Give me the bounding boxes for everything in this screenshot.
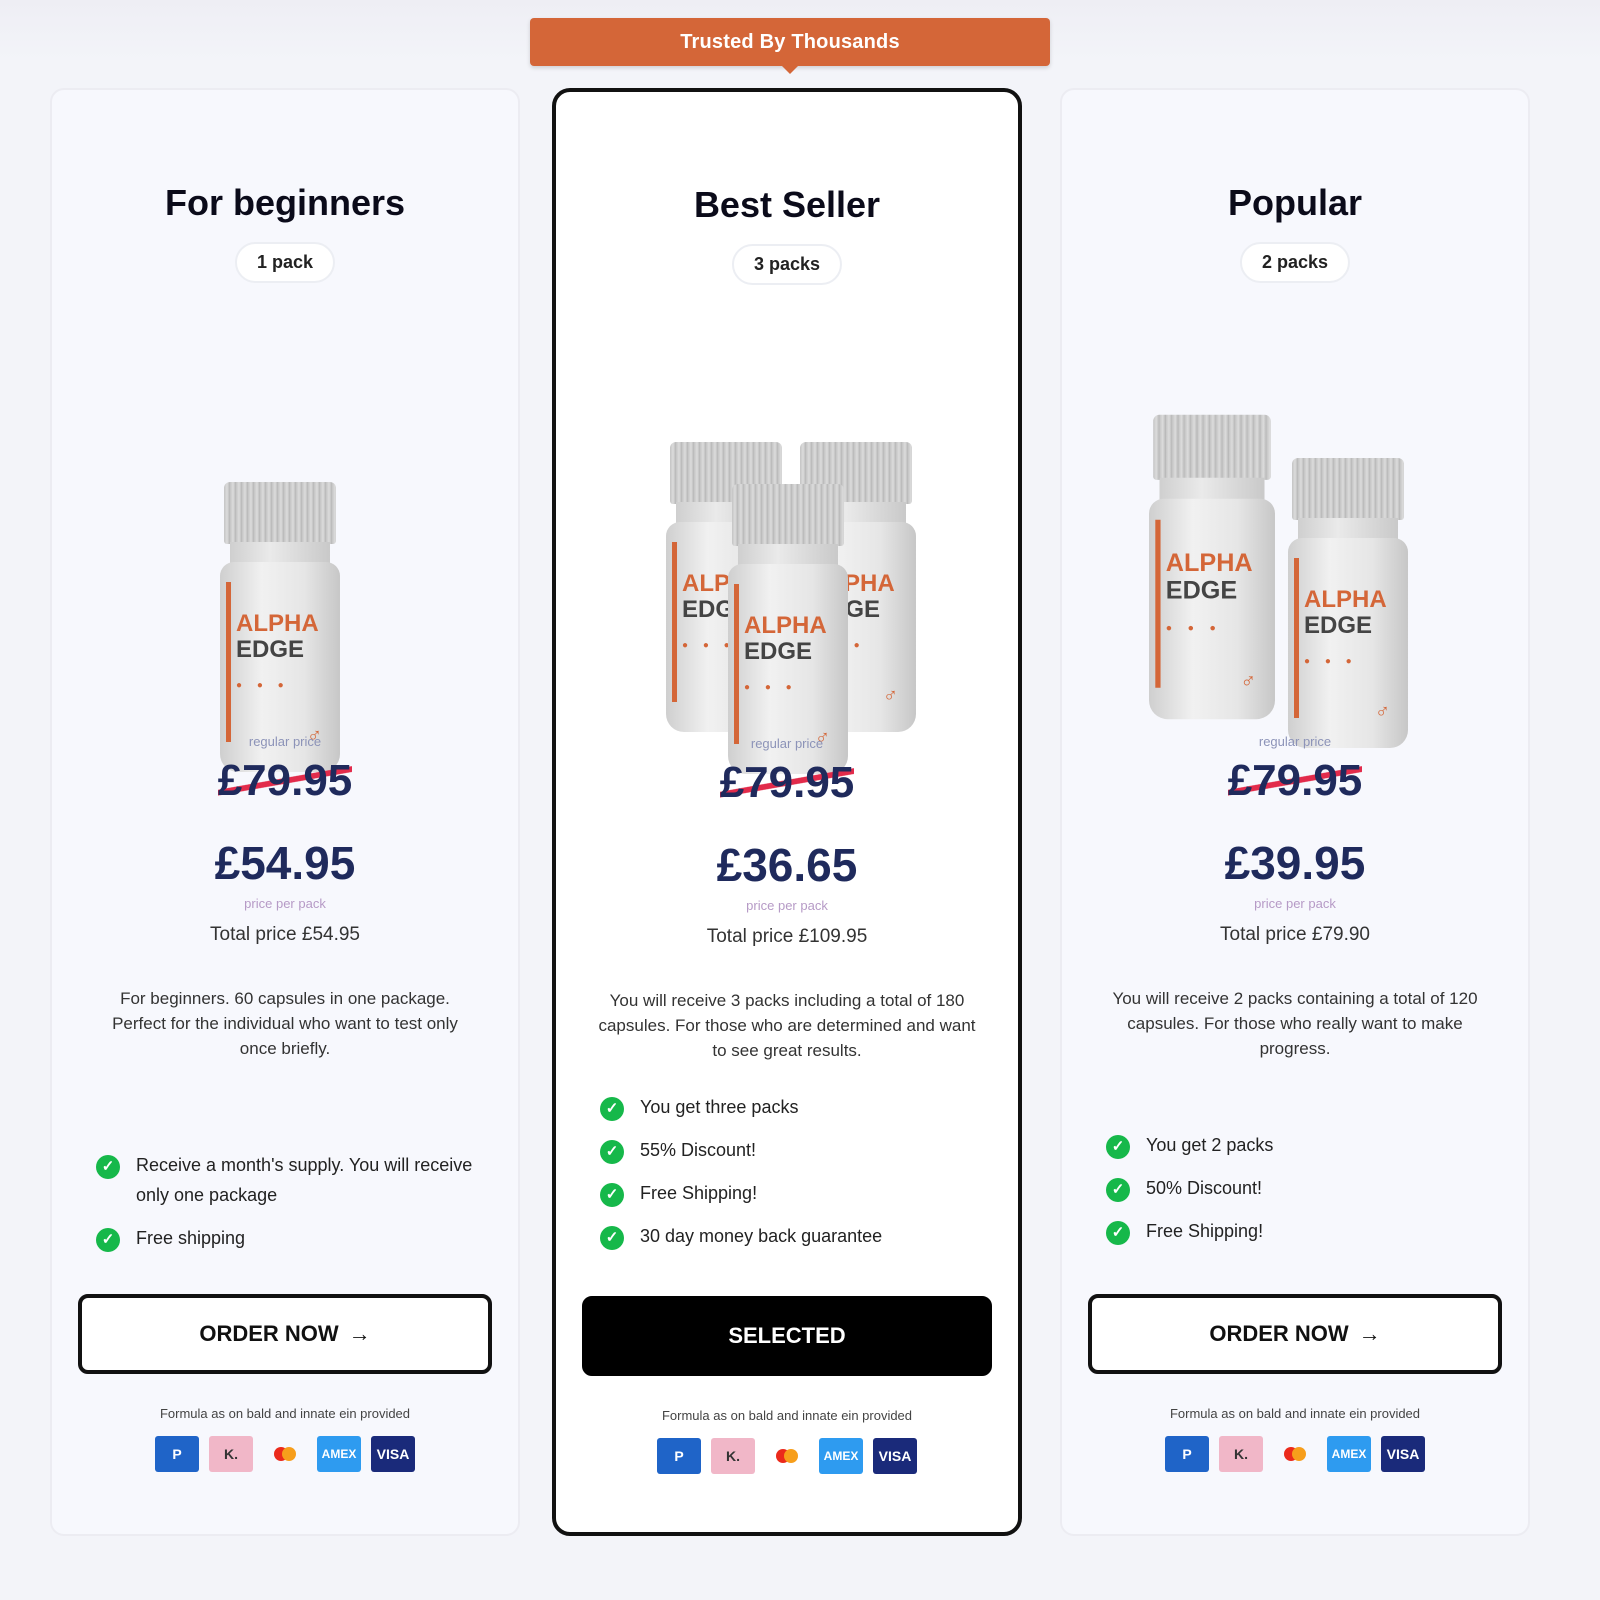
price-per-pack-label: price per pack [746,898,828,913]
feature-item: ✓ 30 day money back guarantee [600,1221,988,1251]
paypal-icon: P [657,1438,701,1474]
card-title: Best Seller [693,184,881,225]
check-circle-icon: ✓ [600,1226,624,1250]
feature-item: ✓ 50% Discount! [1106,1173,1498,1203]
visa-icon: VISA [1381,1436,1425,1472]
paypal-icon: P [155,1436,199,1472]
feature-item: ✓ Free Shipping! [1106,1216,1498,1246]
regular-price: £79.95 [719,758,855,807]
feature-item: ✓ Free shipping [96,1223,488,1253]
formula-note: Formula as on bald and innate ein provid… [159,1406,411,1421]
bottle-image: ALPHAEDGE ● ● ●♂ [220,482,340,772]
regular-price: £79.95 [1227,756,1363,805]
regular-price-label: regular price [248,734,322,749]
feature-item: ✓ Free Shipping! [600,1178,988,1208]
payment-methods: P K. AMEX VISA [556,1438,1018,1474]
pricing-card-best-seller[interactable]: Best Seller 3 packs ALPHAEDGE ● ● ●♂ ALP… [552,88,1022,1536]
feature-list: ✓ Receive a month's supply. You will rece… [96,1150,488,1266]
check-circle-icon: ✓ [600,1097,624,1121]
total-price: Total price £109.95 [706,926,868,947]
amex-icon: AMEX [819,1438,863,1474]
arrow-right-icon: → [348,1321,371,1346]
card-description: For beginners. 60 capsules in one packag… [112,989,458,1058]
regular-price-label: regular price [750,736,824,751]
best-seller-ribbon: Trusted By Thousands [530,18,1050,74]
product-image: ALPHA EDGE ● ● ● ♂ ALPHA EDGE ● ● ● ♂ [1062,330,1528,770]
check-circle-icon: ✓ [1106,1135,1130,1159]
klarna-icon: K. [209,1436,253,1472]
total-price: Total price £79.90 [1220,924,1370,945]
payment-methods: P K. AMEX VISA [1062,1436,1528,1472]
regular-price-label: regular price [1258,734,1332,749]
pack-count-badge: 3 packs [731,244,843,285]
bottle-image: ALPHAEDGE ● ● ●♂ [1288,458,1408,748]
feature-list: ✓ You get three packs ✓ 55% Discount! ✓ Fre… [600,1092,988,1264]
bottle-image: ALPHAEDGE ● ● ●♂ [1149,414,1275,720]
card-title: Popular [1227,182,1362,223]
card-description: You will receive 3 packs including a tot… [598,991,976,1060]
price-per-pack-label: price per pack [244,896,326,911]
selected-button[interactable]: SELECTED [582,1296,992,1376]
order-now-button[interactable]: ORDER NOW → [1088,1294,1502,1374]
formula-note: Formula as on bald and innate ein provid… [661,1408,913,1423]
amex-icon: AMEX [317,1436,361,1472]
order-now-button[interactable]: ORDER NOW → [78,1294,492,1374]
pack-price: £39.95 [1224,837,1366,889]
total-price: Total price £54.95 [210,924,360,945]
mastercard-icon [263,1436,307,1472]
ribbon-text: Trusted By Thousands [680,30,900,53]
pack-price: £54.95 [214,837,356,889]
check-circle-icon: ✓ [600,1183,624,1207]
check-circle-icon: ✓ [1106,1221,1130,1245]
price-per-pack-label: price per pack [1254,896,1336,911]
product-image: ALPHAEDGE ● ● ●♂ ALPHAEDGE ● ● ●♂ ALPHAE… [556,332,1018,774]
arrow-right-icon: → [1358,1321,1381,1346]
feature-list: ✓ You get 2 packs ✓ 50% Discount! ✓ Free Sh… [1106,1130,1498,1259]
feature-item: ✓ You get three packs [600,1092,988,1122]
card-title: For beginners [164,182,406,223]
klarna-icon: K. [711,1438,755,1474]
check-circle-icon: ✓ [1106,1178,1130,1202]
pack-count-badge: 1 pack [234,242,336,283]
feature-item: ✓ Receive a month's supply. You will rece… [96,1150,488,1210]
payment-methods: P K. AMEX VISA [52,1436,518,1472]
mastercard-icon [765,1438,809,1474]
check-circle-icon: ✓ [600,1140,624,1164]
pricing-card-popular[interactable]: Popular 2 packs ALPHA EDGE ● ● ● ♂ ALPHA ED… [1060,88,1530,1536]
check-circle-icon: ✓ [96,1155,120,1179]
mastercard-icon [1273,1436,1317,1472]
visa-icon: VISA [873,1438,917,1474]
klarna-icon: K. [1219,1436,1263,1472]
regular-price: £79.95 [217,756,353,805]
paypal-icon: P [1165,1436,1209,1472]
pricing-card-beginners[interactable]: For beginners 1 pack ALPHA EDGE ● ● ● ♂ re… [50,88,520,1536]
feature-item: ✓ 55% Discount! [600,1135,988,1165]
feature-item: ✓ You get 2 packs [1106,1130,1498,1160]
bottle-image: ALPHAEDGE ● ● ●♂ [728,484,848,774]
card-description: You will receive 2 packs containing a to… [1112,989,1478,1058]
amex-icon: AMEX [1327,1436,1371,1472]
check-circle-icon: ✓ [96,1228,120,1252]
product-image: ALPHA EDGE ● ● ● ♂ [52,330,518,772]
pack-count-badge: 2 packs [1239,242,1351,283]
visa-icon: VISA [371,1436,415,1472]
formula-note: Formula as on bald and innate ein provid… [1169,1406,1421,1421]
pack-price: £36.65 [716,839,858,891]
